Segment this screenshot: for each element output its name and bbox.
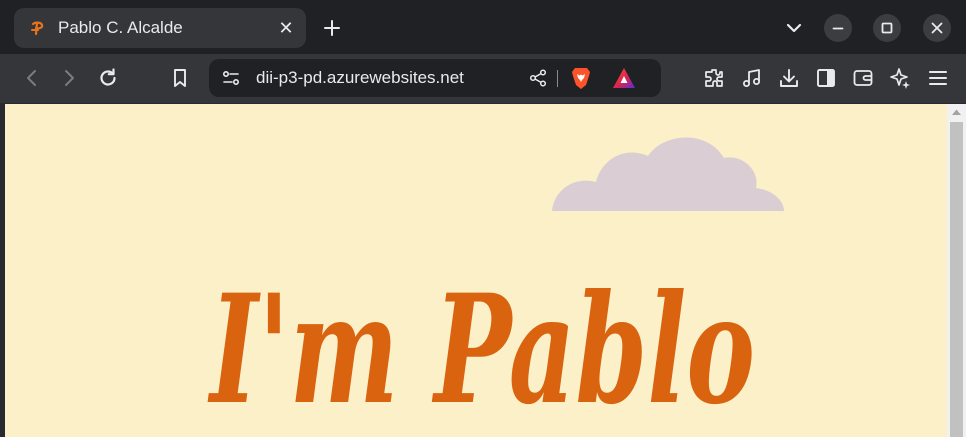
- downloads-button[interactable]: [777, 66, 801, 90]
- leo-ai-button[interactable]: [888, 66, 912, 90]
- maximize-button[interactable]: [873, 14, 901, 42]
- media-button[interactable]: [740, 66, 764, 90]
- page-viewport: I'm Pablo: [5, 104, 947, 437]
- minimize-icon: [832, 27, 844, 30]
- scrollbar-thumb[interactable]: [950, 122, 963, 437]
- download-icon: [780, 69, 798, 87]
- sidebar-icon: [817, 69, 835, 87]
- chevron-down-icon[interactable]: [784, 20, 804, 36]
- url-divider: [557, 70, 558, 87]
- bookmark-button[interactable]: [168, 66, 192, 90]
- tab-strip: Pablo C. Alcalde ✕: [0, 0, 966, 54]
- bookmark-icon: [174, 69, 186, 87]
- reload-icon: [100, 68, 116, 86]
- back-button[interactable]: [20, 66, 44, 90]
- site-settings-icon[interactable]: [221, 68, 241, 88]
- extensions-icon: [705, 69, 723, 87]
- forward-arrow-icon: [65, 70, 74, 86]
- tab-close-button[interactable]: ✕: [276, 18, 296, 38]
- back-arrow-icon: [27, 70, 36, 86]
- wallet-button[interactable]: [851, 66, 875, 90]
- share-icon[interactable]: [528, 68, 548, 88]
- address-bar[interactable]: dii-p3-pd.azurewebsites.net: [209, 59, 661, 97]
- url-text[interactable]: dii-p3-pd.azurewebsites.net: [256, 68, 464, 88]
- browser-window: Pablo C. Alcalde ✕ dii-p3-pd.azurewebsit…: [0, 0, 966, 437]
- tab-pablo-c-alcalde[interactable]: Pablo C. Alcalde ✕: [14, 8, 306, 48]
- music-note-icon: [743, 69, 760, 87]
- page-scrollbar[interactable]: [947, 104, 966, 437]
- close-window-button[interactable]: [923, 14, 951, 42]
- leo-ai-icon: [890, 68, 910, 89]
- hamburger-menu-icon: [929, 71, 947, 85]
- scroll-up-arrow-icon[interactable]: [951, 108, 962, 116]
- tab-title: Pablo C. Alcalde: [58, 18, 183, 37]
- forward-button[interactable]: [57, 66, 81, 90]
- reload-button[interactable]: [96, 66, 120, 90]
- navigation-toolbar: dii-p3-pd.azurewebsites.net: [0, 54, 966, 104]
- extensions-button[interactable]: [702, 66, 726, 90]
- pablo-favicon-icon: [31, 21, 44, 36]
- sidebar-button[interactable]: [814, 66, 838, 90]
- maximize-icon: [881, 22, 893, 34]
- wallet-icon: [853, 70, 873, 86]
- close-icon: [931, 22, 943, 34]
- new-tab-icon[interactable]: [320, 16, 344, 40]
- hero-headline-text: I'm Pablo: [207, 262, 755, 437]
- hero-headline: I'm Pablo: [207, 262, 755, 437]
- minimize-button[interactable]: [824, 14, 852, 42]
- main-menu-button[interactable]: [926, 66, 950, 90]
- brave-shields-icon[interactable]: [570, 66, 592, 90]
- brave-rewards-icon[interactable]: [612, 67, 636, 89]
